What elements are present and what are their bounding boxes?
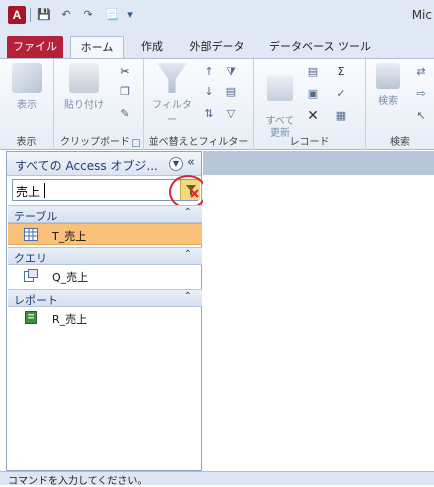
highlight-circle — [169, 175, 207, 209]
sort-desc-icon[interactable]: ↓ — [202, 85, 216, 99]
sum-icon[interactable]: Σ — [334, 65, 348, 79]
more-icon[interactable]: ▦ — [334, 109, 348, 123]
view-button[interactable]: 表示 — [8, 63, 46, 111]
advanced-filter-icon[interactable]: ▤ — [224, 85, 238, 99]
customize-icon[interactable]: 📃 — [104, 7, 120, 23]
spelling-icon[interactable]: ✓ — [334, 87, 348, 101]
title-bar: A 💾 ↶ ↷ 📃 ▾ Mic — [0, 0, 434, 30]
tab-create[interactable]: 作成 — [132, 36, 172, 58]
group-view: 表示 表示 — [0, 59, 54, 150]
redo-icon[interactable]: ↷ — [80, 7, 96, 23]
group-find: 検索 ⇄ ⇨ ↖ 検索 — [366, 59, 434, 150]
select-icon[interactable]: ↖ — [414, 109, 428, 123]
nav-title[interactable]: すべての Access オブジ... — [15, 157, 158, 174]
refresh-all-button[interactable]: すべて 更新 — [260, 63, 300, 140]
paste-button[interactable]: 貼り付け — [62, 63, 106, 111]
table-icon — [24, 228, 38, 241]
view-button-label: 表示 — [17, 100, 37, 111]
collapse-pane-icon[interactable]: « — [187, 155, 195, 170]
query-icon — [24, 269, 38, 282]
selection-filter-icon[interactable]: ⧩ — [224, 65, 238, 79]
undo-icon[interactable]: ↶ — [58, 7, 74, 23]
filter-icon — [157, 63, 187, 93]
nav-header[interactable]: すべての Access オブジ... ▼ « — [7, 152, 201, 176]
section-queries-label: クエリ — [14, 252, 47, 265]
toggle-filter-icon[interactable]: ▽ — [224, 107, 238, 121]
section-reports-label: レポート — [14, 294, 58, 307]
list-item-query[interactable]: Q_売上 — [8, 265, 202, 287]
search-value: 売上 — [16, 185, 41, 199]
clipboard-launcher-icon[interactable] — [132, 139, 140, 147]
tab-home[interactable]: ホーム — [70, 36, 124, 58]
section-tables[interactable]: テーブル ⌃ — [8, 205, 202, 223]
sort-asc-icon[interactable]: ↑ — [202, 65, 216, 79]
tab-database-tools[interactable]: データベース ツール — [262, 36, 378, 58]
access-app-icon[interactable]: A — [8, 6, 26, 24]
group-records-label: レコード — [289, 137, 330, 148]
cut-icon[interactable]: ✂ — [118, 65, 132, 79]
save-icon[interactable]: 💾 — [36, 7, 52, 23]
refresh-icon — [267, 75, 293, 101]
list-item-table[interactable]: T_売上 — [8, 223, 202, 245]
section-reports[interactable]: レポート ⌃ — [8, 289, 202, 307]
tab-file[interactable]: ファイル — [7, 36, 63, 58]
ribbon-tabs: ファイル ホーム 作成 外部データ データベース ツール — [0, 30, 434, 58]
text-caret — [44, 183, 45, 198]
find-button-label: 検索 — [378, 96, 398, 107]
section-collapse-icon[interactable]: ⌃ — [184, 207, 192, 218]
section-collapse-icon[interactable]: ⌃ — [184, 249, 192, 260]
status-bar: コマンドを入力してください。 — [0, 471, 434, 487]
document-tab-strip — [203, 151, 434, 175]
quick-access-dropdown-icon[interactable]: ▾ — [122, 7, 138, 23]
list-item-report[interactable]: R_売上 — [8, 307, 202, 329]
find-button[interactable]: 検索 — [370, 63, 406, 107]
window-title: Mic — [411, 8, 432, 22]
document-workspace — [203, 151, 434, 471]
delete-icon[interactable]: ✕ — [306, 109, 320, 123]
format-painter-icon[interactable]: ✎ — [118, 107, 132, 121]
find-icon — [376, 63, 400, 89]
filter-button[interactable]: フィルター — [148, 63, 196, 126]
group-find-label: 検索 — [390, 137, 410, 148]
chevron-down-icon[interactable]: ▼ — [169, 157, 183, 171]
ribbon: 表示 表示 貼り付け ✂ ❐ ✎ クリップボード フィルター ↑ ↓ ⇅ ⧩ ▤… — [0, 58, 434, 150]
list-item-label: Q_売上 — [52, 271, 89, 284]
list-item-label: T_売上 — [52, 230, 87, 243]
paste-button-label: 貼り付け — [64, 100, 104, 111]
group-clipboard: 貼り付け ✂ ❐ ✎ クリップボード — [54, 59, 144, 150]
navigation-pane: すべての Access オブジ... ▼ « 売上 テーブル ⌃ T_売上 クエ… — [6, 151, 207, 471]
filter-button-label: フィルター — [152, 100, 192, 126]
section-collapse-icon[interactable]: ⌃ — [184, 291, 192, 302]
clear-sort-icon[interactable]: ⇅ — [202, 107, 216, 121]
section-tables-label: テーブル — [14, 210, 58, 223]
view-icon — [12, 63, 42, 93]
tab-external-data[interactable]: 外部データ — [180, 36, 254, 58]
list-item-label: R_売上 — [52, 313, 88, 326]
goto-icon[interactable]: ⇨ — [414, 87, 428, 101]
copy-icon[interactable]: ❐ — [118, 85, 132, 99]
report-icon — [25, 311, 37, 324]
new-record-icon[interactable]: ▤ — [306, 65, 320, 79]
group-sort-filter: フィルター ↑ ↓ ⇅ ⧩ ▤ ▽ 並べ替えとフィルター — [144, 59, 254, 150]
group-sort-filter-label: 並べ替えとフィルター — [148, 137, 249, 148]
paste-icon — [69, 63, 99, 93]
group-clipboard-label: クリップボード — [60, 137, 130, 148]
replace-icon[interactable]: ⇄ — [414, 65, 428, 79]
group-records: すべて 更新 ▤ ▣ ✕ Σ ✓ ▦ レコード — [254, 59, 366, 150]
group-view-label: 表示 — [16, 137, 37, 148]
save-record-icon[interactable]: ▣ — [306, 87, 320, 101]
divider — [30, 8, 31, 22]
section-queries[interactable]: クエリ ⌃ — [8, 247, 202, 265]
